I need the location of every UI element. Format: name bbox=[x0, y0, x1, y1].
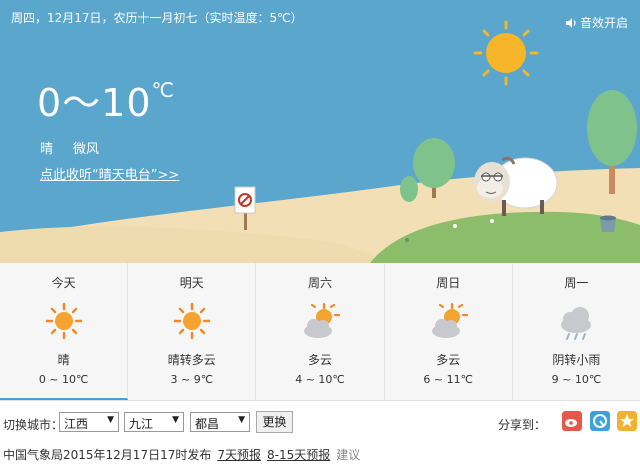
weather-radio-link[interactable]: 点此收听“晴天电台”>> bbox=[40, 164, 179, 183]
sound-toggle[interactable]: 音效开启 bbox=[565, 14, 628, 31]
switch-city-label: 切换城市： bbox=[3, 418, 64, 432]
forecast-temperature: 9 ~ 10℃ bbox=[551, 373, 602, 386]
forecast-condition: 晴转多云 bbox=[167, 353, 216, 367]
sun-icon bbox=[45, 302, 82, 340]
seven-day-forecast-link[interactable]: 7天预报 bbox=[217, 448, 261, 462]
weather-text: 晴 bbox=[40, 142, 54, 157]
province-select[interactable]: 江西 ▼ bbox=[59, 412, 119, 432]
publish-info: 中国气象局2015年12月17日17时发布 bbox=[3, 448, 212, 462]
forecast-day-tomorrow[interactable]: 明天 晴转多云 3 ~ 9℃ bbox=[128, 263, 257, 400]
forecast-condition: 多云 bbox=[436, 353, 461, 367]
rain-cloud-icon bbox=[561, 307, 592, 340]
forecast-temperature: 4 ~ 10℃ bbox=[295, 373, 345, 386]
qzone-share-icon[interactable] bbox=[590, 411, 610, 431]
date-line: 周四，12月17日，农历十一月初七（实时温度：5℃） bbox=[11, 11, 303, 25]
partly-cloudy-icon bbox=[304, 302, 340, 338]
current-conditions: 晴 微风 bbox=[40, 138, 119, 157]
dropdown-arrow-icon: ▼ bbox=[107, 415, 114, 425]
forecast-day-today[interactable]: 今天 晴 0 ~ 10℃ bbox=[0, 263, 129, 400]
district-select-value: 都昌 bbox=[195, 417, 220, 431]
sun-illustration bbox=[473, 20, 539, 86]
weather-scene-illustration bbox=[0, 20, 640, 263]
province-select-value: 江西 bbox=[64, 417, 89, 431]
partly-cloudy-icon bbox=[432, 302, 469, 338]
forecast-day-monday[interactable]: 周一 阴转小雨 9 ~ 10℃ bbox=[513, 263, 640, 400]
current-temperature: 0～10℃ bbox=[37, 72, 175, 127]
forecast-condition: 阴转小雨 bbox=[552, 353, 601, 367]
footer: 中国气象局2015年12月17日17时发布 7天预报 8-15天预报 建议 bbox=[3, 446, 360, 463]
forecast-day-name: 周日 bbox=[436, 276, 461, 290]
forecast-temperature: 0 ~ 10℃ bbox=[38, 373, 89, 386]
forecast-day-name: 周一 bbox=[564, 276, 589, 290]
share-label: 分享到： bbox=[498, 418, 547, 432]
forecast-temperature: 3 ~ 9℃ bbox=[170, 373, 214, 386]
dropdown-arrow-icon: ▼ bbox=[172, 415, 179, 425]
eight-to-fifteen-day-forecast-link[interactable]: 8-15天预报 bbox=[267, 448, 330, 462]
city-select[interactable]: 九江 ▼ bbox=[124, 412, 184, 432]
sun-icon bbox=[173, 302, 211, 340]
switch-city-button[interactable]: 更换 bbox=[256, 411, 293, 433]
current-weather-panel: 周四，12月17日，农历十一月初七（实时温度：5℃） 音效开启 0～10℃ 晴 微… bbox=[0, 0, 640, 263]
forecast-day-sunday[interactable]: 周日 多云 6 ~ 11℃ bbox=[385, 263, 513, 400]
forecast-condition: 多云 bbox=[308, 353, 333, 367]
weibo-share-icon[interactable] bbox=[562, 411, 582, 431]
forecast-day-name: 周六 bbox=[308, 276, 333, 290]
forecast-day-name: 今天 bbox=[51, 276, 76, 290]
suggestion-link[interactable]: 建议 bbox=[336, 448, 360, 462]
city-select-value: 九江 bbox=[129, 417, 154, 431]
wind-text: 微风 bbox=[73, 142, 100, 157]
sound-toggle-label: 音效开启 bbox=[579, 16, 628, 30]
temperature-range: 0～10 bbox=[37, 81, 152, 125]
forecast-day-name: 明天 bbox=[179, 276, 204, 290]
favorite-share-icon[interactable] bbox=[617, 411, 637, 431]
temperature-unit: ℃ bbox=[151, 78, 175, 102]
bucket-illustration bbox=[600, 215, 616, 232]
speaker-icon bbox=[565, 17, 576, 28]
city-switch-bar: 切换城市： 江西 ▼ 九江 ▼ 都昌 ▼ 更换 分享到： bbox=[0, 409, 640, 437]
weather-widget: 周四，12月17日，农历十一月初七（实时温度：5℃） 音效开启 0～10℃ 晴 微… bbox=[0, 0, 640, 465]
forecast-day-saturday[interactable]: 周六 多云 4 ~ 10℃ bbox=[256, 263, 385, 400]
forecast-temperature: 6 ~ 11℃ bbox=[423, 373, 473, 386]
dropdown-arrow-icon: ▼ bbox=[238, 415, 245, 425]
forecast-strip: 今天 晴 0 ~ 10℃ 明天 晴转多云 3 ~ 9℃ 周六 多云 4 ~ 10… bbox=[0, 263, 640, 401]
forecast-condition: 晴 bbox=[57, 353, 70, 367]
district-select[interactable]: 都昌 ▼ bbox=[190, 412, 250, 432]
